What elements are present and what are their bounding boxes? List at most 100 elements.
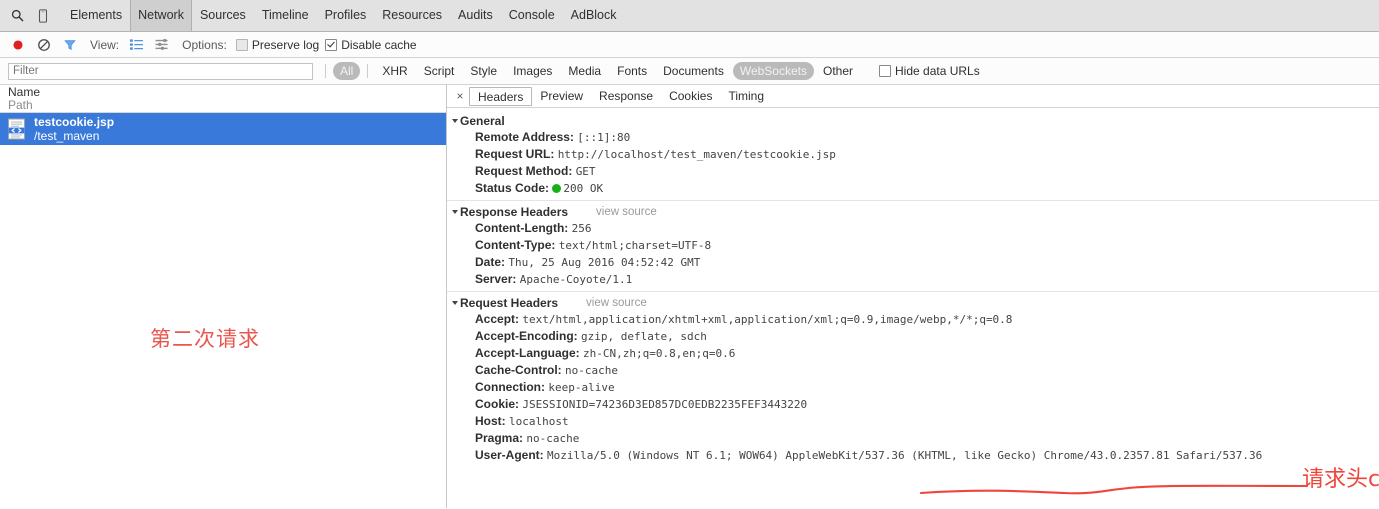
document-code-icon (7, 118, 26, 140)
header-row: Accept: text/html,application/xhtml+xml,… (447, 311, 1379, 328)
tab-adblock[interactable]: AdBlock (563, 0, 625, 31)
view-label: View: (90, 37, 120, 52)
section-title-label: Response Headers (460, 205, 569, 219)
hide-data-urls-checkbox[interactable]: Hide data URLs (879, 64, 980, 78)
header-row: Server: Apache-Coyote/1.1 (447, 271, 1379, 288)
header-value: zh-CN,zh;q=0.8,en;q=0.6 (583, 347, 736, 360)
detail-tab-headers[interactable]: Headers (469, 86, 533, 106)
detail-tab-timing[interactable]: Timing (720, 87, 772, 106)
header-key: Cache-Control: (475, 363, 562, 377)
filter-row: All XHRScriptStyleImagesMediaFontsDocumen… (0, 58, 1379, 85)
table-row[interactable]: testcookie.jsp /test_maven (0, 113, 446, 145)
header-value: [::1]:80 (577, 131, 631, 144)
filter-type-style[interactable]: Style (463, 62, 504, 80)
panel-tabs: Elements Network Sources Timeline Profiles Re… (62, 0, 625, 31)
main-split-view: Name Path testcookie.jsp /test_maven 第二次… (0, 85, 1379, 508)
funnel-icon[interactable] (58, 34, 82, 56)
header-key: Cookie: (475, 397, 520, 411)
filter-type-images[interactable]: Images (506, 62, 559, 80)
header-value: keep-alive (548, 381, 615, 394)
device-toggle-icon[interactable] (30, 3, 56, 29)
clear-icon[interactable] (32, 34, 56, 56)
header-value: gzip, deflate, sdch (581, 330, 707, 343)
search-icon[interactable] (4, 3, 30, 29)
header-row: Connection: keep-alive (447, 379, 1379, 396)
tab-resources[interactable]: Resources (374, 0, 450, 31)
header-row: Status Code: 200 OK (447, 180, 1379, 197)
header-row: Content-Type: text/html;charset=UTF-8 (447, 237, 1379, 254)
record-circle-icon[interactable] (6, 34, 30, 56)
detail-tab-preview[interactable]: Preview (532, 87, 591, 106)
filter-type-xhr[interactable]: XHR (375, 62, 414, 80)
filter-type-websockets[interactable]: WebSockets (732, 62, 814, 80)
section-header-response-headers[interactable]: Response Headers view source (447, 204, 1379, 220)
detail-tabs-holder: Headers Preview Response Cookies Timing (469, 86, 772, 106)
hide-data-urls-label: Hide data URLs (895, 64, 980, 78)
headers-content: General Remote Address: [::1]:80 Request U… (447, 108, 1379, 464)
disable-cache-checkbox[interactable]: Disable cache (325, 38, 417, 52)
header-key: Pragma: (475, 431, 524, 445)
waterfall-view-icon[interactable] (150, 34, 174, 56)
detail-panel: × Headers Preview Response Cookies Timing Ge… (447, 85, 1379, 508)
filter-type-all[interactable]: All (333, 62, 361, 80)
tab-sources[interactable]: Sources (192, 0, 254, 31)
hide-data-urls-box (879, 65, 891, 77)
tab-profiles[interactable]: Profiles (317, 0, 375, 31)
list-item-name: testcookie.jsp (34, 115, 115, 129)
detail-tab-response[interactable]: Response (591, 87, 661, 106)
header-key: Accept: (475, 312, 520, 326)
filter-divider (325, 64, 326, 78)
section-divider (447, 291, 1379, 292)
header-key: Content-Type: (475, 238, 556, 252)
search-input[interactable] (8, 62, 313, 80)
header-row: Date: Thu, 25 Aug 2016 04:52:42 GMT (447, 254, 1379, 271)
view-source-link[interactable]: view source (596, 206, 657, 218)
network-controls-row: View: Options: Preserve log Disable cach… (0, 32, 1379, 58)
section-header-request-headers[interactable]: Request Headers view source (447, 295, 1379, 311)
section-title-label: General (460, 114, 505, 128)
column-header-path: Path (8, 98, 33, 112)
list-item-path: /test_maven (34, 129, 100, 143)
preserve-log-box (235, 38, 248, 51)
header-value: JSESSIONID=74236D3ED857DC0EDB2235FEF3443… (522, 398, 808, 411)
header-value: Mozilla/5.0 (Windows NT 6.1; WOW64) Appl… (547, 449, 1263, 462)
view-source-link[interactable]: view source (586, 297, 647, 309)
filter-type-script[interactable]: Script (417, 62, 462, 80)
section-title-label: Request Headers (460, 296, 559, 310)
header-value: Apache-Coyote/1.1 (519, 273, 633, 286)
header-row: User-Agent: Mozilla/5.0 (Windows NT 6.1;… (447, 447, 1379, 464)
header-key: Connection: (475, 380, 545, 394)
tab-elements[interactable]: Elements (62, 0, 130, 31)
tab-timeline[interactable]: Timeline (254, 0, 317, 31)
resource-type-filters: All XHR Script Style Images Media Fonts Documen… (332, 62, 861, 80)
tab-network[interactable]: Network (130, 0, 192, 31)
preserve-log-label: Preserve log (251, 37, 320, 52)
disable-cache-box (325, 38, 338, 51)
chevron-down-icon (452, 210, 458, 214)
header-value: no-cache (526, 432, 580, 445)
devtools-tab-bar: Elements Network Sources Timeline Profiles Re… (0, 0, 1379, 32)
header-key: Accept-Language: (475, 346, 580, 360)
status-ok-dot-icon (552, 184, 562, 193)
header-value: 256 (571, 222, 592, 235)
header-key: User-Agent: (475, 448, 544, 462)
header-value: text/html,application/xhtml+xml,applicat… (522, 313, 1013, 326)
section-header-general[interactable]: General (447, 113, 1379, 129)
header-row: Pragma: no-cache (447, 430, 1379, 447)
request-list-header[interactable]: Name Path (0, 85, 446, 113)
tab-console[interactable]: Console (501, 0, 563, 31)
annotation-second-request: 第二次请求 (150, 327, 260, 351)
header-key: Host: (475, 414, 506, 428)
filter-type-fonts[interactable]: Fonts (610, 62, 654, 80)
header-value: GET (575, 165, 596, 178)
filter-type-media[interactable]: Media (561, 62, 608, 80)
preserve-log-checkbox[interactable]: Preserve log (235, 37, 320, 52)
tab-audits[interactable]: Audits (450, 0, 501, 31)
header-key: Accept-Encoding: (475, 329, 578, 343)
filter-type-documents[interactable]: Documents (656, 62, 731, 80)
header-row: Request Method: GET (447, 163, 1379, 180)
list-view-icon[interactable] (124, 34, 148, 56)
close-icon[interactable]: × (451, 89, 469, 103)
detail-tab-cookies[interactable]: Cookies (661, 87, 720, 106)
filter-type-other[interactable]: Other (816, 62, 860, 80)
